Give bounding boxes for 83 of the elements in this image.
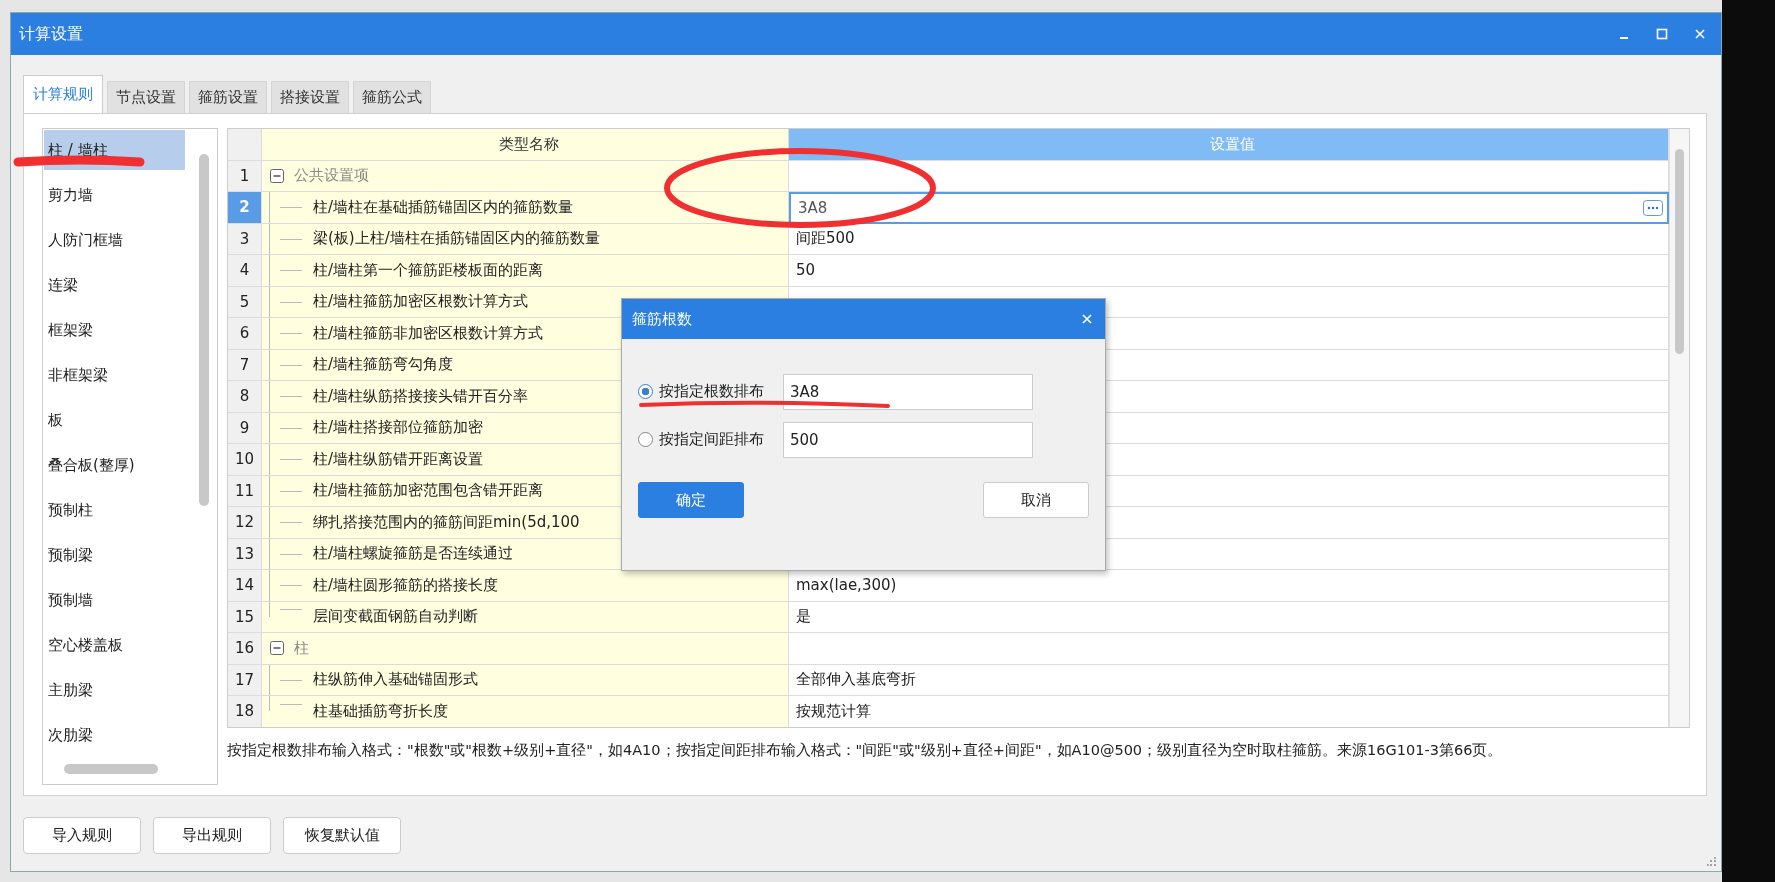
setting-name: 柱/墙柱箍筋加密区根数计算方式 (313, 292, 529, 312)
value-cell: 全部伸入基底弯折 (789, 664, 1669, 696)
row-number[interactable]: 3 (228, 223, 262, 255)
close-icon[interactable] (1081, 313, 1093, 325)
row-number[interactable]: 8 (228, 381, 262, 413)
setting-name: 柱基础插筋弯折长度 (313, 701, 448, 721)
radio-option[interactable]: 按指定根数排布 (638, 382, 783, 401)
dialog-button[interactable]: 取消 (983, 482, 1089, 518)
row-number[interactable]: 13 (228, 538, 262, 570)
row-number[interactable]: 14 (228, 570, 262, 602)
setting-name: 柱/墙柱纵筋搭接接头错开百分率 (313, 386, 529, 406)
scrollbar[interactable] (64, 764, 158, 774)
row-number[interactable]: 6 (228, 318, 262, 350)
input-field[interactable]: 500 (783, 421, 1033, 458)
row-number[interactable]: 7 (228, 349, 262, 381)
row-number[interactable]: 1 (228, 160, 262, 192)
group-name: 柱 (294, 638, 309, 658)
rule-button[interactable]: 导出规则 (153, 817, 271, 854)
row-number[interactable]: 16 (228, 633, 262, 665)
category-item[interactable]: 次肋梁 (44, 715, 185, 755)
scrollbar[interactable] (199, 154, 209, 506)
category-item[interactable]: 预制墙 (44, 580, 185, 620)
setting-name: 梁(板)上柱/墙柱在插筋锚固区内的箍筋数量 (313, 229, 600, 249)
setting-name: 柱/墙柱箍筋弯勾角度 (313, 355, 454, 375)
category-item[interactable]: 剪力墙 (44, 175, 185, 215)
row-number[interactable]: 17 (228, 664, 262, 696)
setting-name: 层间变截面钢筋自动判断 (313, 607, 478, 627)
row-number[interactable]: 9 (228, 412, 262, 444)
tab[interactable]: 搭接设置 (271, 81, 349, 113)
setting-name: 柱/墙柱圆形箍筋的搭接长度 (313, 575, 499, 595)
setting-name: 柱/墙柱第一个箍筋距楼板面的距离 (313, 260, 544, 280)
input-field[interactable]: 3A8 (783, 373, 1033, 410)
value-cell: 间距500 (789, 223, 1669, 255)
dialog-title: 箍筋根数 (632, 309, 692, 329)
value-field[interactable]: 3A8 (789, 192, 1669, 224)
value-cell: 是 (789, 601, 1669, 633)
setting-name: 柱/墙柱箍筋非加密区根数计算方式 (313, 323, 544, 343)
row-number[interactable]: 4 (228, 255, 262, 287)
category-item[interactable]: 非框架梁 (44, 355, 185, 395)
resize-grip-icon[interactable] (1707, 857, 1717, 867)
category-item[interactable]: 板 (44, 400, 185, 440)
dialog-button[interactable]: 确定 (638, 482, 744, 518)
group-name: 公共设置项 (294, 166, 369, 186)
tab[interactable]: 计算规则 (23, 75, 103, 113)
value-cell: 50 (789, 255, 1669, 287)
setting-name: 柱纵筋伸入基础锚固形式 (313, 670, 478, 690)
category-item[interactable]: 框架梁 (44, 310, 185, 350)
close-icon[interactable] (1693, 27, 1707, 41)
tab[interactable]: 箍筋设置 (189, 81, 267, 113)
category-item[interactable]: 人防门框墙 (44, 220, 185, 260)
setting-name: 柱/墙柱搭接部位箍筋加密 (313, 418, 484, 438)
row-number[interactable]: 11 (228, 475, 262, 507)
setting-name: 柱/墙柱箍筋加密范围包含错开距离 (313, 481, 544, 501)
column-header: 类型名称 (262, 129, 789, 161)
window-title: 计算设置 (19, 23, 83, 45)
header-cell (228, 129, 262, 161)
setting-name: 柱/墙柱纵筋错开距离设置 (313, 449, 484, 469)
category-item[interactable]: 空心楼盖板 (44, 625, 185, 665)
radio-option[interactable]: 按指定间距排布 (638, 430, 783, 449)
category-item[interactable]: 叠合板(整厚) (44, 445, 185, 485)
maximize-icon[interactable] (1655, 27, 1669, 41)
row-number[interactable]: 10 (228, 444, 262, 476)
column-header: 设置值 (789, 129, 1669, 161)
collapse-icon[interactable] (270, 641, 284, 656)
tab[interactable]: 箍筋公式 (353, 81, 431, 113)
row-number[interactable]: 15 (228, 601, 262, 633)
tab[interactable]: 节点设置 (107, 81, 185, 113)
category-item[interactable]: 预制梁 (44, 535, 185, 575)
setting-name: 柱/墙柱在基础插筋锚固区内的箍筋数量 (313, 197, 574, 217)
setting-name: 绑扎搭接范围内的箍筋间距min(5d,100 (313, 512, 580, 532)
setting-name: 柱/墙柱螺旋箍筋是否连续通过 (313, 544, 514, 564)
collapse-icon[interactable] (270, 168, 284, 183)
category-item[interactable]: 连梁 (44, 265, 185, 305)
more-icon[interactable] (1643, 199, 1663, 216)
row-number[interactable]: 18 (228, 696, 262, 727)
row-number[interactable]: 5 (228, 286, 262, 318)
category-item[interactable]: 预制柱 (44, 490, 185, 530)
rule-button[interactable]: 恢复默认值 (283, 817, 401, 854)
scrollbar[interactable] (1669, 129, 1689, 727)
rule-button[interactable]: 导入规则 (23, 817, 141, 854)
description-text: 按指定根数排布输入格式："根数"或"根数+级别+直径"，如4A10；按指定间距排布输入格式："间距"或"级别+直径+间距"，如A10@500；级别直径为空时取柱箍筋。来源16G101-3第66页。 (227, 741, 1504, 760)
category-item[interactable]: 主肋梁 (44, 670, 185, 710)
row-number[interactable]: 12 (228, 507, 262, 539)
